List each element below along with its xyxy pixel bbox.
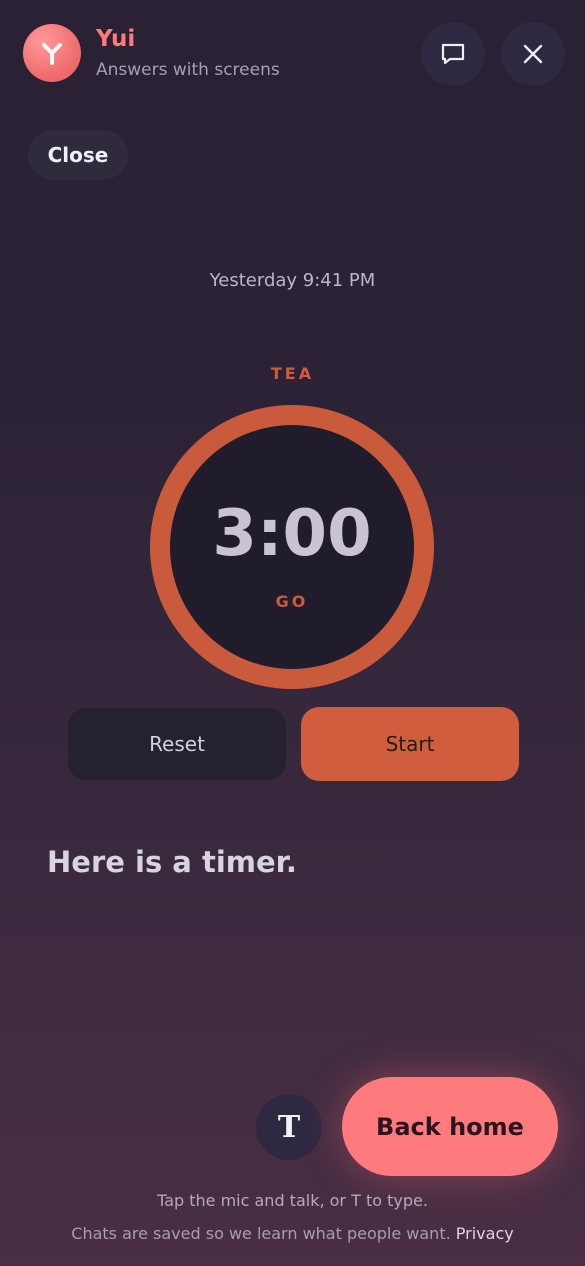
close-window-button[interactable] — [501, 22, 565, 86]
privacy-link[interactable]: Privacy — [456, 1224, 514, 1243]
start-button[interactable]: Start — [301, 707, 519, 781]
chat-button[interactable] — [421, 22, 485, 86]
input-hint: Tap the mic and talk, or T to type. — [157, 1191, 428, 1210]
chat-bubble-icon — [441, 43, 465, 65]
app-subtitle: Answers with screens — [96, 60, 280, 80]
back-home-button[interactable]: Back home — [342, 1077, 558, 1176]
timer-status: GO — [275, 592, 309, 611]
timer-label: TEA — [270, 364, 315, 383]
reset-button[interactable]: Reset — [68, 708, 286, 780]
message-timestamp: Yesterday 9:41 PM — [209, 270, 376, 291]
timer-time: 3:00 — [212, 497, 372, 571]
close-icon — [523, 44, 543, 64]
app-name: Yui — [96, 26, 136, 52]
assistant-message: Here is a timer. — [47, 845, 297, 879]
footer-text: Chats are saved so we learn what people … — [71, 1224, 451, 1243]
logo-y-icon — [42, 43, 62, 65]
type-button[interactable]: T — [256, 1094, 322, 1160]
app-logo — [23, 24, 81, 82]
footer-note: Chats are saved so we learn what people … — [0, 1224, 585, 1243]
close-button[interactable]: Close — [28, 130, 128, 180]
